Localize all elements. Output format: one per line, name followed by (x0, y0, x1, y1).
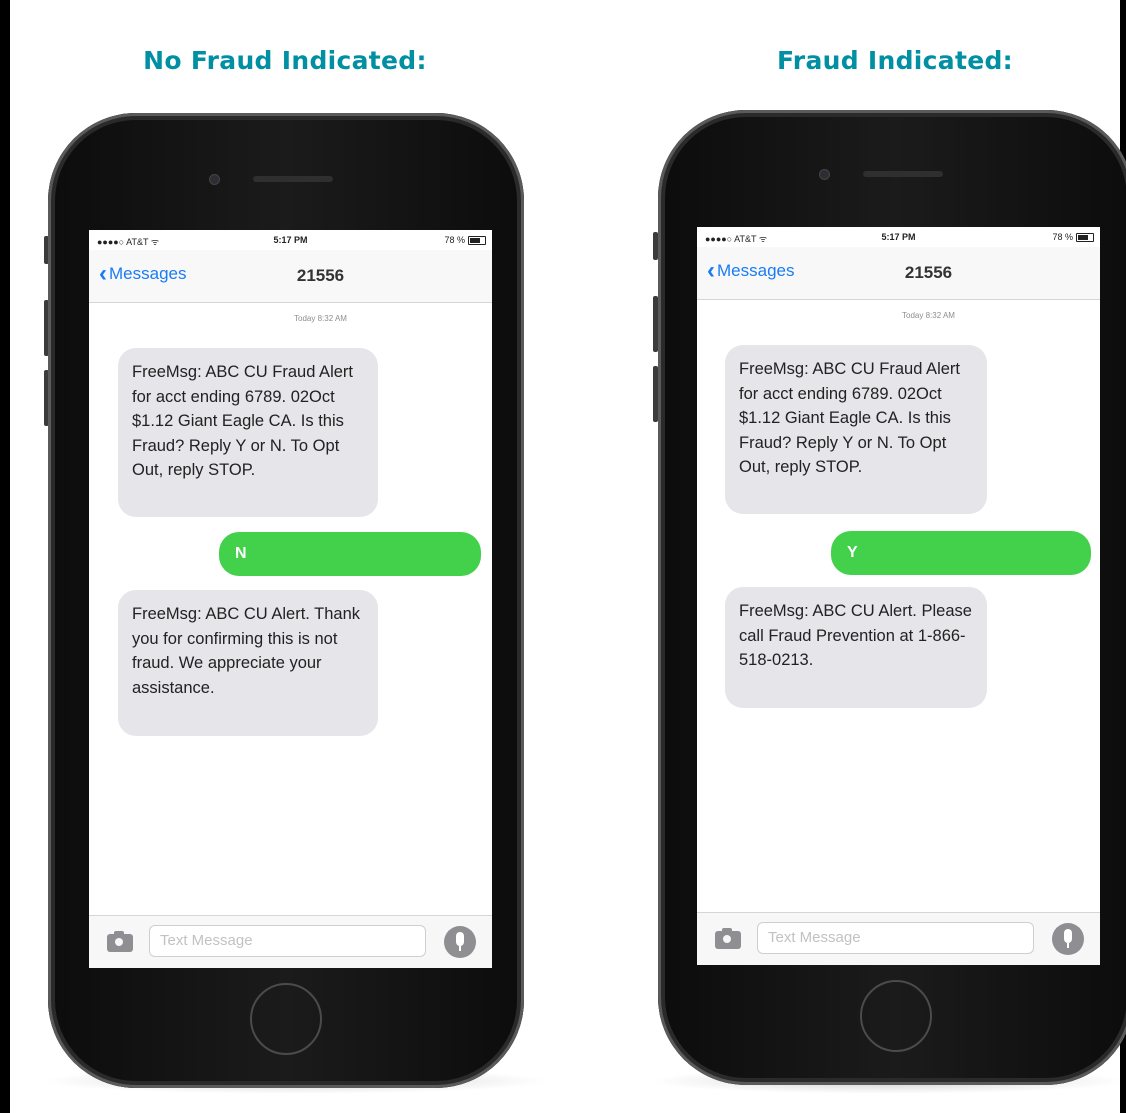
battery-status: 78 % (444, 235, 486, 245)
camera-icon[interactable] (715, 928, 741, 949)
earpiece-speaker (253, 176, 333, 182)
text-message-input[interactable]: Text Message (149, 925, 426, 957)
message-input-bar: Text Message (89, 915, 492, 968)
text-message-input[interactable]: Text Message (757, 922, 1034, 954)
home-button[interactable] (860, 980, 932, 1052)
battery-percent: 78 % (1052, 232, 1073, 242)
incoming-message-fraud-alert[interactable]: FreeMsg: ABC CU Fraud Alert for acct end… (725, 345, 987, 514)
earpiece-speaker (863, 171, 943, 177)
heading-fraud: Fraud Indicated: (777, 46, 1013, 75)
outgoing-message-reply[interactable]: Y (831, 531, 1091, 575)
camera-icon[interactable] (107, 931, 133, 952)
home-button[interactable] (250, 983, 322, 1055)
phone-right: ●●●●○ AT&T ᯤ 5:17 PM 78 % ‹ Messages 215… (658, 110, 1126, 1085)
status-time: 5:17 PM (273, 235, 308, 245)
heading-no-fraud: No Fraud Indicated: (143, 46, 427, 75)
message-timestamp: Today 8:32 AM (902, 311, 955, 320)
battery-icon (1076, 232, 1094, 242)
status-time: 5:17 PM (881, 232, 916, 242)
message-timestamp: Today 8:32 AM (294, 314, 347, 323)
front-camera (820, 170, 829, 179)
phone-screen: ●●●●○ AT&T ᯤ 5:17 PM 78 % ‹ Messages 215… (89, 230, 492, 968)
status-bar: ●●●●○ AT&T ᯤ 5:17 PM 78 % (697, 227, 1100, 247)
battery-status: 78 % (1052, 232, 1094, 242)
phone-left: ●●●●○ AT&T ᯤ 5:17 PM 78 % ‹ Messages 215… (48, 113, 524, 1088)
incoming-message-fraud-alert[interactable]: FreeMsg: ABC CU Fraud Alert for acct end… (118, 348, 378, 517)
message-input-bar: Text Message (697, 912, 1100, 965)
phone-screen: ●●●●○ AT&T ᯤ 5:17 PM 78 % ‹ Messages 215… (697, 227, 1100, 965)
battery-icon (468, 235, 486, 245)
messages-navbar: ‹ Messages 21556 (697, 247, 1100, 300)
outgoing-message-reply[interactable]: N (219, 532, 481, 576)
battery-percent: 78 % (444, 235, 465, 245)
contact-title: 21556 (904, 263, 953, 282)
page-canvas: No Fraud Indicated: ●●●●○ AT&T ᯤ 5:17 PM… (10, 0, 1126, 1113)
microphone-icon[interactable] (1052, 923, 1084, 955)
incoming-message-confirmation[interactable]: FreeMsg: ABC CU Alert. Thank you for con… (118, 590, 378, 736)
status-bar: ●●●●○ AT&T ᯤ 5:17 PM 78 % (89, 230, 492, 250)
messages-navbar: ‹ Messages 21556 (89, 250, 492, 303)
incoming-message-call-prompt[interactable]: FreeMsg: ABC CU Alert. Please call Fraud… (725, 587, 987, 708)
microphone-icon[interactable] (444, 926, 476, 958)
contact-title: 21556 (296, 266, 345, 285)
front-camera (210, 175, 219, 184)
